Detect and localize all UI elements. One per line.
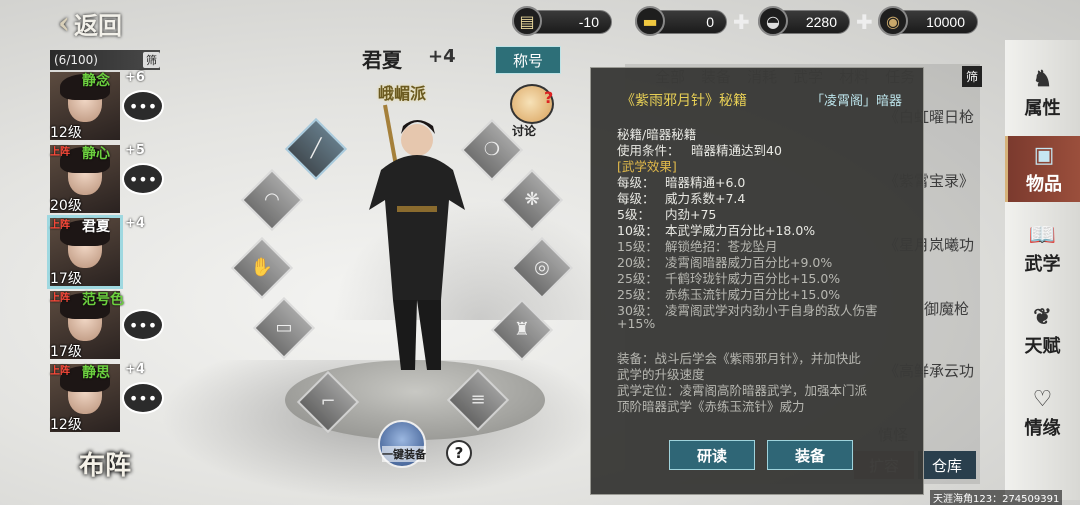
roster-header: (6/100) 筛: [50, 50, 160, 70]
inventory-filter-button[interactable]: 筛: [962, 66, 983, 87]
hero-level: 12级: [50, 125, 82, 141]
hero-name: 君夏: [82, 219, 110, 235]
chat-bubble-icon[interactable]: •••: [122, 309, 164, 341]
staff-icon: ╱: [310, 138, 322, 159]
hero-name: 范号色: [82, 292, 124, 308]
scroll-icon: ▤: [512, 6, 542, 36]
formation-button[interactable]: 布阵: [55, 440, 155, 486]
tooltip-requirement: 暗器精通达到40: [691, 143, 782, 158]
equip-all-button[interactable]: 一键装备: [378, 420, 426, 468]
character-figure: [369, 104, 465, 370]
add-silver-button[interactable]: ✚: [856, 10, 873, 34]
hand-icon: ✋: [250, 257, 274, 278]
help-button[interactable]: ?: [446, 440, 472, 466]
hero-card[interactable]: 静念 +6 12级 •••: [50, 70, 164, 143]
roster-count: (6/100): [54, 53, 98, 67]
hero-plus: +4: [125, 362, 145, 377]
heart-icon: ♡: [1032, 386, 1053, 412]
hero-level: 17级: [50, 344, 82, 360]
hero-plus: +5: [125, 143, 145, 158]
robe-icon: ♜: [513, 319, 531, 340]
side-nav-items[interactable]: ▣ 物品: [1005, 136, 1080, 202]
resource-scroll: ▤ -10: [512, 6, 612, 36]
chat-bubble-icon[interactable]: •••: [122, 163, 164, 195]
inventory-item[interactable]: 御魔枪: [924, 298, 969, 319]
resource-coin: ◉ 10000: [878, 6, 978, 36]
character-name: 君夏: [362, 48, 402, 72]
helmet-icon: ◠: [264, 189, 280, 210]
question-mark-icon: ?: [544, 88, 554, 107]
hero-level: 20级: [50, 198, 82, 214]
hero-name: 静思: [82, 365, 110, 381]
sleeve-icon: ❋: [524, 189, 540, 210]
side-nav-talent[interactable]: ❦ 天赋: [1005, 298, 1080, 364]
leaf-icon: ❦: [1033, 304, 1052, 330]
chat-bubble-icon[interactable]: •••: [122, 382, 164, 414]
side-nav-label: 属性: [1024, 98, 1061, 119]
hero-name: 静心: [82, 146, 110, 162]
ring-icon: ◎: [534, 257, 550, 278]
hero-card[interactable]: 上阵 静思 +4 12级 •••: [50, 362, 164, 435]
title-button[interactable]: 称号: [495, 46, 561, 74]
back-label: 返回: [74, 11, 122, 40]
watermark: 天涯海角123：274509391: [930, 490, 1063, 505]
silver-ingot-icon: ◒: [758, 6, 788, 36]
onfield-badge: 上阵: [50, 220, 70, 231]
onfield-badge: 上阵: [50, 293, 70, 304]
chevron-left-icon: ‹: [58, 6, 70, 41]
hero-plus: +6: [125, 70, 145, 85]
side-nav-label: 物品: [1026, 174, 1062, 195]
side-nav-label: 情缘: [1024, 418, 1061, 439]
character-plus: +4: [428, 46, 456, 67]
hero-card[interactable]: 上阵 范号色 17级 •••: [50, 289, 164, 362]
back-button[interactable]: ‹ 返回: [58, 6, 122, 41]
hero-card-selected[interactable]: 上阵 君夏 +4 17级: [47, 215, 160, 289]
tooltip-item-name: 《紫雨邪月针》秘籍: [621, 93, 747, 109]
side-nav-martial[interactable]: 📖 武学: [1005, 216, 1080, 282]
coin-icon: ◉: [878, 6, 908, 36]
side-nav: ♞ 属性 ▣ 物品 📖 武学 ❦ 天赋 ♡ 情缘: [1005, 40, 1080, 500]
hero-name: 静念: [82, 73, 110, 89]
chat-bubble-icon[interactable]: •••: [122, 90, 164, 122]
horse-icon: ♞: [1032, 66, 1053, 92]
equip-all-label: 一键装备: [382, 446, 426, 462]
book-icon: 📖: [1028, 222, 1057, 248]
onfield-badge: 上阵: [50, 147, 70, 158]
side-nav-attributes[interactable]: ♞ 属性: [1005, 60, 1080, 126]
storage-button[interactable]: 仓库: [918, 451, 976, 479]
hero-roster: (6/100) 筛 静念 +6 12级 ••• 上阵 静心 +5 20级 •••…: [47, 50, 164, 435]
book-icon: ≡: [470, 389, 486, 410]
onfield-badge: 上阵: [50, 366, 70, 377]
belt-icon: ▭: [275, 317, 293, 338]
roster-filter-button[interactable]: 筛: [143, 52, 160, 68]
side-nav-label: 天赋: [1024, 336, 1061, 357]
hero-level: 12级: [50, 417, 82, 433]
box-icon: ▣: [1033, 142, 1055, 168]
discuss-label: 讨论: [512, 124, 537, 138]
hero-card[interactable]: 上阵 静心 +5 20级 •••: [50, 143, 164, 216]
resource-gold: ▬ 0 ✚: [635, 6, 750, 36]
resource-silver: ◒ 2280 ✚: [758, 6, 873, 36]
equip-button[interactable]: 装备: [767, 440, 853, 470]
side-nav-bond[interactable]: ♡ 情缘: [1005, 380, 1080, 446]
tooltip-desc: 顶阶暗器武学《赤练玉流针》威力: [617, 399, 805, 414]
effect-text-wrap: +15%: [617, 316, 656, 331]
side-nav-label: 武学: [1024, 254, 1061, 275]
effect-text: 凌霄阁武学对内劲小于自身的敌人伤害: [665, 303, 878, 318]
add-gold-button[interactable]: ✚: [733, 10, 750, 34]
hero-plus: +4: [125, 216, 145, 231]
tooltip-sect-badge: 「凌霄阁」暗器: [811, 94, 903, 109]
item-tooltip: 《紫雨邪月针》秘籍 「凌霄阁」暗器 秘籍/暗器秘籍 使用条件： 暗器精通达到40…: [590, 67, 924, 495]
discuss-button[interactable]: ? 讨论: [506, 84, 560, 138]
gold-bar-icon: ▬: [635, 6, 665, 36]
hero-level: 17级: [50, 271, 82, 287]
study-button[interactable]: 研读: [669, 440, 755, 470]
boot-icon: ⌐: [320, 391, 336, 412]
